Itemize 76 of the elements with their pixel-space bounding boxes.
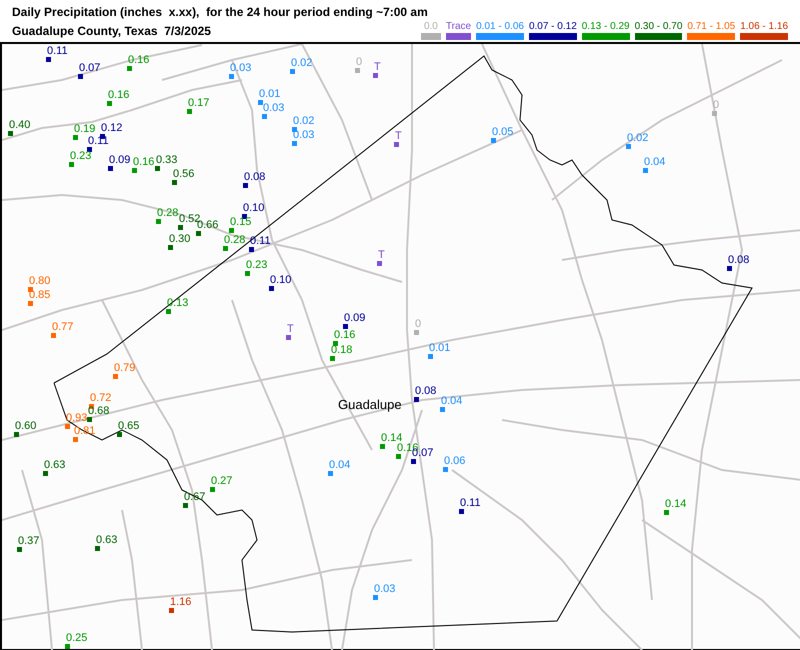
- precip-value: 0.10: [270, 275, 292, 286]
- precip-value: 0.02: [291, 58, 312, 69]
- precip-value: 0.06: [444, 456, 466, 467]
- precip-value: 0.11: [250, 236, 271, 247]
- precip-value: 0.05: [492, 127, 514, 138]
- precip-value: 0: [356, 57, 362, 68]
- legend-label: 0.01 - 0.06: [476, 21, 524, 33]
- precip-value: 0.28: [224, 235, 246, 246]
- precip-value: 0.09: [109, 155, 130, 166]
- precip-value: 0.68: [88, 406, 110, 417]
- precip-value: T: [374, 62, 381, 73]
- legend-label: 1.06 - 1.16: [740, 21, 788, 33]
- precip-value: 0.17: [188, 98, 210, 109]
- precip-value: 1.16: [170, 597, 192, 608]
- precip-value: 0: [713, 100, 720, 111]
- legend-label: 0.0: [424, 21, 438, 33]
- precip-value: 0.23: [246, 260, 268, 271]
- legend-label: 0.71 - 1.05: [687, 21, 736, 33]
- map-subtitle: Guadalupe County, Texas 7/3/2025: [12, 23, 211, 40]
- precip-value: 0.56: [173, 169, 194, 180]
- precip-value: 0.28: [157, 208, 178, 219]
- precip-value: 0.08: [244, 172, 266, 183]
- precip-value: 0: [415, 319, 422, 330]
- precip-value: 0.03: [230, 63, 252, 74]
- precip-value: 0.19: [74, 124, 96, 135]
- legend-label: 0.07 - 0.12: [528, 21, 577, 33]
- precip-value: 0.65: [118, 421, 140, 432]
- precip-value: 0.01: [259, 89, 280, 100]
- map-title: Daily Precipitation (inches x.xx), for the 24 hour period ending ~7:00 am: [12, 4, 429, 21]
- precip-value: 0.37: [18, 536, 40, 547]
- precip-value: 0.16: [108, 90, 130, 101]
- precip-value: 0.08: [415, 386, 436, 397]
- precip-value: 0.40: [9, 120, 30, 131]
- precip-value: 0.10: [243, 203, 264, 214]
- precip-value: 0.18: [331, 345, 352, 356]
- precip-value: 0.27: [211, 476, 232, 487]
- precip-value: 0.01: [429, 343, 450, 354]
- precip-value: 0.60: [15, 421, 36, 432]
- precip-value: 0.03: [374, 584, 396, 595]
- precip-value: 0.80: [29, 276, 50, 287]
- precip-value: 0.77: [52, 322, 74, 333]
- precip-value: 0.02: [293, 116, 314, 127]
- precip-value: T: [287, 324, 294, 335]
- precip-value: 0.93: [66, 413, 88, 424]
- precip-value: 0.14: [381, 433, 402, 444]
- legend-label: 0.13 - 0.29: [582, 21, 630, 33]
- precip-value: 0.14: [665, 499, 686, 510]
- precip-value: 0.03: [263, 103, 284, 114]
- legend-label: 0.30 - 0.70: [634, 21, 682, 33]
- precip-value: 0.09: [344, 313, 366, 324]
- precip-value: 0.30: [169, 234, 190, 245]
- precip-value: 0.33: [156, 155, 178, 166]
- precip-value: 0.12: [101, 123, 122, 134]
- precip-value: T: [378, 250, 385, 261]
- precip-value: 0.04: [329, 460, 350, 471]
- precip-value: 0.23: [70, 151, 92, 162]
- precip-value: T: [395, 131, 402, 142]
- precip-value: 0.04: [441, 396, 462, 407]
- precip-value: 0.02: [627, 133, 648, 144]
- precip-value: 0.15: [230, 217, 252, 228]
- precip-value: 0.25: [66, 633, 88, 644]
- legend-label: Trace: [446, 21, 472, 33]
- precip-value: 0.08: [728, 255, 750, 266]
- precip-value: 0.04: [644, 157, 666, 168]
- place-label: Guadalupe: [338, 398, 402, 412]
- precip-value: 0.16: [133, 157, 154, 168]
- precip-value: 0.16: [128, 55, 150, 66]
- precip-value: 0.66: [197, 220, 218, 231]
- precip-value: 0.79: [114, 363, 136, 374]
- precip-value: 0.63: [96, 535, 118, 546]
- precip-value: 0.07: [79, 63, 100, 74]
- precip-value: 0.72: [90, 393, 112, 404]
- precip-value: 0.11: [460, 498, 481, 509]
- precip-value: 0.63: [44, 460, 66, 471]
- precip-value: 0.16: [334, 330, 356, 341]
- precip-value: 0.11: [47, 46, 68, 57]
